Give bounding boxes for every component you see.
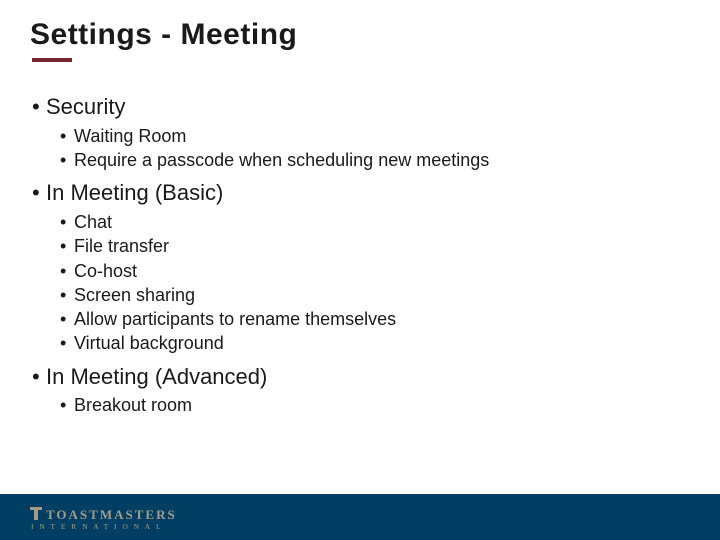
list-item: •Require a passcode when scheduling new … — [60, 148, 690, 172]
list-item: •Virtual background — [60, 331, 690, 355]
item-text: File transfer — [74, 236, 169, 256]
item-text: Allow participants to rename themselves — [74, 309, 396, 329]
item-text: Breakout room — [74, 395, 192, 415]
section-label: In Meeting (Basic) — [46, 180, 223, 205]
content-area: •Security •Waiting Room •Require a passc… — [30, 92, 690, 418]
item-text: Waiting Room — [74, 126, 186, 146]
list-item: •Co-host — [60, 259, 690, 283]
item-text: Chat — [74, 212, 112, 232]
list-item: •Allow participants to rename themselves — [60, 307, 690, 331]
slide: Settings - Meeting •Security •Waiting Ro… — [0, 0, 720, 540]
section-heading: •In Meeting (Advanced) — [32, 362, 690, 392]
list-item: •File transfer — [60, 234, 690, 258]
section-heading: •In Meeting (Basic) — [32, 178, 690, 208]
list-item: •Waiting Room — [60, 124, 690, 148]
list-item: •Chat — [60, 210, 690, 234]
item-text: Virtual background — [74, 333, 224, 353]
brand-logo: TOASTMASTERS INTERNATIONAL — [30, 506, 177, 531]
section-label: In Meeting (Advanced) — [46, 364, 267, 389]
list-item: •Screen sharing — [60, 283, 690, 307]
footer-bar: TOASTMASTERS INTERNATIONAL — [0, 494, 720, 540]
brand-top: TOASTMASTERS — [30, 506, 177, 521]
page-title: Settings - Meeting — [30, 18, 690, 52]
t-icon — [30, 507, 42, 520]
item-text: Co-host — [74, 261, 137, 281]
item-text: Screen sharing — [74, 285, 195, 305]
brand-bottom: INTERNATIONAL — [31, 523, 177, 531]
section-heading: •Security — [32, 92, 690, 122]
list-item: •Breakout room — [60, 393, 690, 417]
title-underline — [32, 58, 72, 62]
section-label: Security — [46, 94, 125, 119]
item-text: Require a passcode when scheduling new m… — [74, 150, 489, 170]
